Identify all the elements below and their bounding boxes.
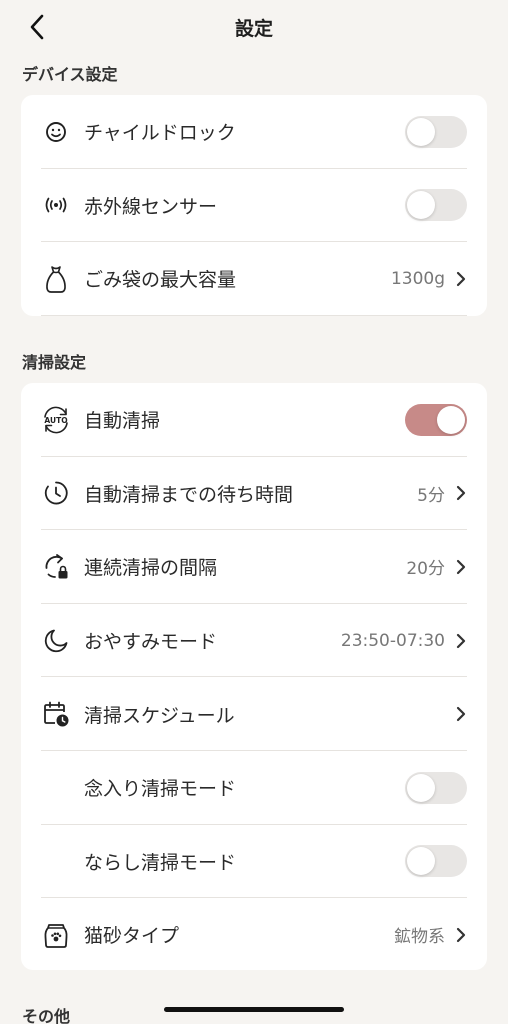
bag-capacity-value: 1300g [390, 268, 445, 289]
chevron-right-icon [455, 485, 467, 501]
settings-screen: 設定 デバイス設定 チャイルドロック 赤外線センサー ごみ袋の最大容量 1300… [0, 0, 508, 1024]
deep-clean-toggle[interactable] [405, 771, 467, 804]
wait-time-label: 自動清掃までの待ち時間 [84, 483, 294, 506]
litter-type-row[interactable]: 猫砂タイプ 鉱物系 [21, 898, 487, 970]
litter-bag-icon [41, 920, 71, 950]
chevron-right-icon [455, 559, 467, 575]
schedule-label: 清掃スケジュール [84, 704, 235, 727]
child-lock-label: チャイルドロック [84, 122, 236, 145]
schedule-row[interactable]: 清掃スケジュール [21, 677, 487, 751]
page-title: 設定 [234, 18, 273, 40]
interval-row[interactable]: 連続清掃の間隔 20分 [21, 530, 487, 604]
section-title-cleaning: 清掃設定 [22, 353, 87, 372]
toggle-knob [407, 773, 435, 802]
litter-type-label: 猫砂タイプ [84, 925, 180, 948]
toggle-knob [407, 847, 435, 876]
sleep-mode-label: おやすみモード [84, 631, 218, 654]
chevron-right-icon [455, 706, 467, 722]
moon-icon [41, 626, 71, 656]
svg-text:AUTO: AUTO [44, 416, 67, 425]
child-lock-row: チャイルドロック [21, 95, 487, 169]
ir-sensor-toggle[interactable] [405, 189, 467, 222]
refresh-lock-icon [41, 552, 71, 582]
sleep-mode-row[interactable]: おやすみモード 23:50-07:30 [21, 604, 487, 678]
ir-sensor-label: 赤外線センサー [84, 195, 218, 218]
chevron-right-icon [455, 271, 467, 287]
clock-icon [41, 478, 71, 508]
bag-capacity-label: ごみ袋の最大容量 [84, 269, 237, 292]
level-clean-toggle[interactable] [405, 845, 467, 878]
smiley-lock-icon [41, 117, 71, 147]
chevron-right-icon [455, 927, 467, 943]
level-clean-row: ならし清掃モード [21, 825, 487, 899]
deep-clean-label: 念入り清掃モード [84, 778, 237, 801]
wait-time-value: 5分 [417, 485, 445, 506]
auto-clean-row: AUTO 自動清掃 [21, 383, 487, 457]
toggle-knob [407, 117, 435, 146]
header: 設定 [0, 0, 508, 52]
bag-capacity-row[interactable]: ごみ袋の最大容量 1300g [21, 242, 487, 316]
auto-refresh-icon: AUTO [41, 405, 71, 435]
calendar-clock-icon [41, 699, 71, 729]
section-title-device: デバイス設定 [22, 65, 118, 84]
toggle-knob [437, 405, 465, 434]
wait-time-row[interactable]: 自動清掃までの待ち時間 5分 [21, 457, 487, 531]
ir-sensor-row: 赤外線センサー [21, 169, 487, 243]
chevron-right-icon [455, 633, 467, 649]
interval-value: 20分 [406, 559, 445, 580]
section-title-other: その他 [22, 1007, 71, 1024]
auto-clean-toggle[interactable] [405, 403, 467, 436]
home-indicator[interactable] [164, 1007, 344, 1012]
toggle-knob [407, 191, 435, 220]
interval-label: 連続清掃の間隔 [84, 557, 218, 580]
signal-waves-icon [41, 190, 71, 220]
device-settings-card: チャイルドロック 赤外線センサー ごみ袋の最大容量 1300g [21, 95, 487, 316]
trash-bag-icon [41, 264, 71, 294]
child-lock-toggle[interactable] [405, 115, 467, 148]
litter-type-value: 鉱物系 [394, 927, 445, 948]
level-clean-label: ならし清掃モード [84, 851, 237, 874]
cleaning-settings-card: AUTO 自動清掃 自動清掃までの待ち時間 5分 連続清掃の間隔 20分 おやす… [21, 383, 487, 970]
deep-clean-row: 念入り清掃モード [21, 751, 487, 825]
auto-clean-label: 自動清掃 [84, 410, 161, 433]
sleep-mode-value: 23:50-07:30 [340, 630, 445, 651]
